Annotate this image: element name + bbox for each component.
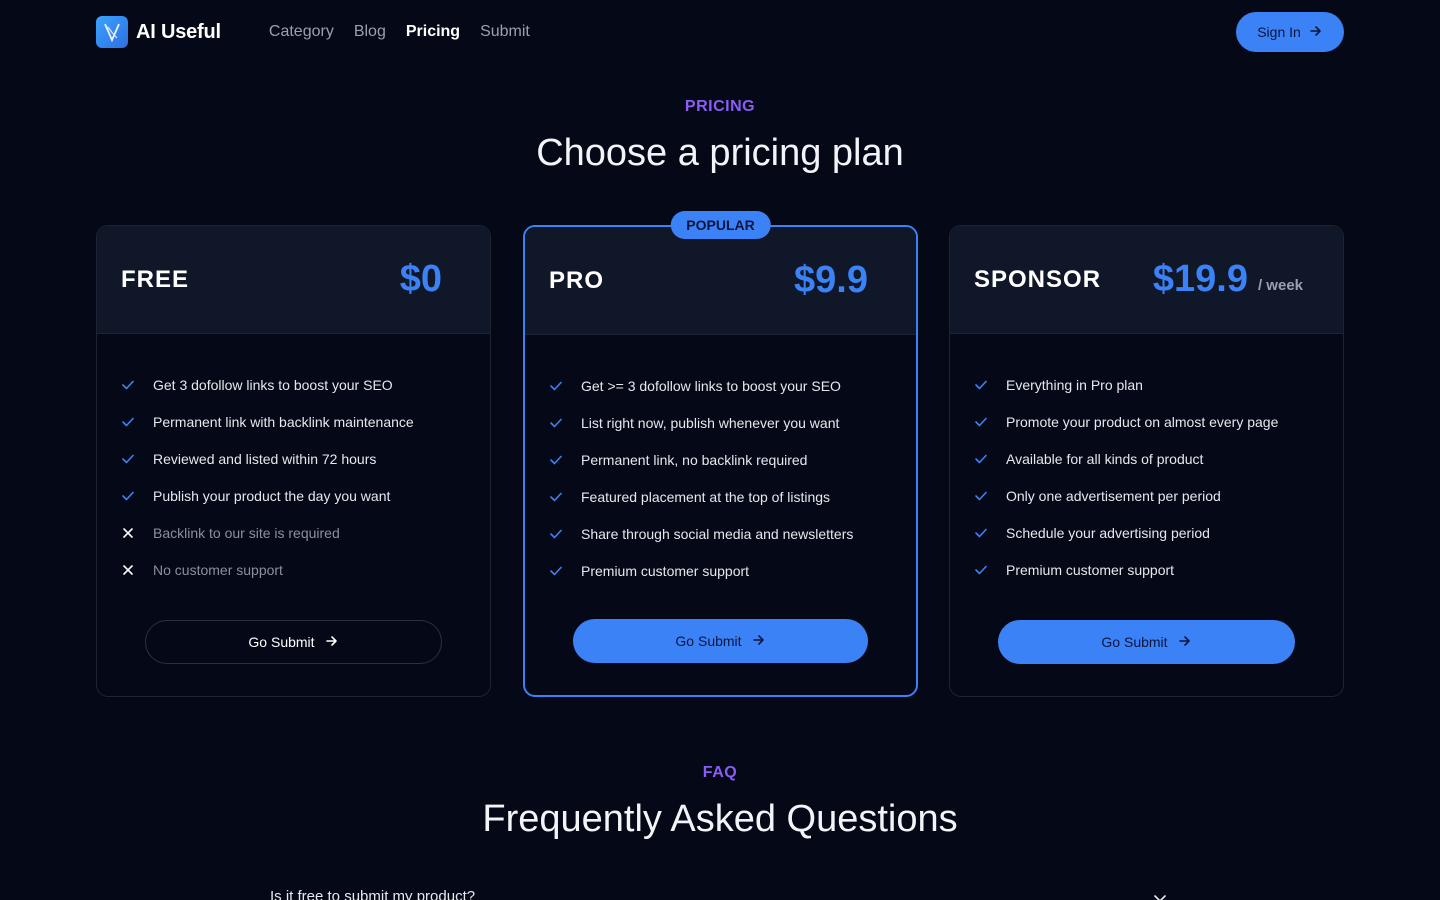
chevron-down-icon[interactable] <box>1152 890 1168 900</box>
feature-text: Share through social media and newslette… <box>581 525 854 542</box>
check-icon <box>974 378 1006 392</box>
feature-item: Reviewed and listed within 72 hours <box>121 440 466 477</box>
feature-text: Promote your product on almost every pag… <box>1006 413 1279 430</box>
feature-text: Reviewed and listed within 72 hours <box>153 450 377 467</box>
feature-item: Featured placement at the top of listing… <box>549 478 892 515</box>
plan-header: PRO $9.9 POPULAR <box>525 211 916 335</box>
feature-text: Get >= 3 dofollow links to boost your SE… <box>581 377 841 394</box>
feature-text: List right now, publish whenever you wan… <box>581 414 840 431</box>
plan-card-sponsor: SPONSOR $19.9 / week Everything in Pro p… <box>949 225 1344 697</box>
pricing-title: Choose a pricing plan <box>536 132 904 174</box>
pricing-eyebrow: PRICING <box>684 98 756 115</box>
check-icon <box>121 415 153 429</box>
main-nav: Category Blog Pricing Submit <box>269 23 550 41</box>
plan-name: SPONSOR <box>974 265 1102 293</box>
arrow-right-icon <box>1178 634 1192 651</box>
sign-in-button[interactable]: Sign In <box>1236 12 1344 52</box>
feature-text: Featured placement at the top of listing… <box>581 488 831 505</box>
feature-text: Only one advertisement per period <box>1006 487 1221 504</box>
check-icon <box>974 452 1006 466</box>
check-icon <box>549 453 581 467</box>
feature-text: No customer support <box>153 561 283 578</box>
feature-item: Schedule your advertising period <box>974 514 1319 551</box>
arrow-right-icon <box>325 634 339 651</box>
brand-name: AI Useful <box>136 20 221 43</box>
check-icon <box>121 378 153 392</box>
check-icon <box>974 415 1006 429</box>
arrow-right-icon <box>1309 24 1323 41</box>
feature-text: Permanent link, no backlink required <box>581 451 808 468</box>
plan-name: FREE <box>121 265 190 293</box>
plan-name: PRO <box>549 266 605 294</box>
check-icon <box>121 489 153 503</box>
feature-item: Publish your product the day you want <box>121 477 466 514</box>
plan-header: SPONSOR $19.9 / week <box>950 226 1343 334</box>
feature-text: Get 3 dofollow links to boost your SEO <box>153 376 393 393</box>
nav-pricing[interactable]: Pricing <box>406 23 460 41</box>
site-header: AI Useful Category Blog Pricing Submit S… <box>96 12 1344 52</box>
plan-price: $9.9 <box>794 259 868 301</box>
feature-item: Get >= 3 dofollow links to boost your SE… <box>549 367 892 404</box>
popular-badge: POPULAR <box>670 211 771 239</box>
logo-mark-icon <box>96 16 128 48</box>
nav-blog[interactable]: Blog <box>354 23 386 41</box>
feature-list: Get 3 dofollow links to boost your SEO P… <box>97 334 490 588</box>
arrow-right-icon <box>752 633 766 650</box>
go-submit-button[interactable]: Go Submit <box>573 619 868 663</box>
feature-text: Permanent link with backlink maintenance <box>153 413 414 430</box>
plan-price: $0 <box>399 258 442 300</box>
feature-item: Permanent link, no backlink required <box>549 441 892 478</box>
feature-text: Premium customer support <box>1006 561 1175 578</box>
feature-list: Get >= 3 dofollow links to boost your SE… <box>525 335 916 589</box>
plan-card-pro: PRO $9.9 POPULAR Get >= 3 dofollow links… <box>523 211 918 697</box>
check-icon <box>974 526 1006 540</box>
plan-header: FREE $0 <box>97 226 490 334</box>
check-icon <box>974 489 1006 503</box>
feature-item: Only one advertisement per period <box>974 477 1319 514</box>
check-icon <box>549 564 581 578</box>
feature-item: Backlink to our site is required <box>121 514 466 551</box>
feature-item: List right now, publish whenever you wan… <box>549 404 892 441</box>
feature-text: Schedule your advertising period <box>1006 524 1210 541</box>
check-icon <box>974 563 1006 577</box>
feature-item: Available for all kinds of product <box>974 440 1319 477</box>
feature-text: Premium customer support <box>581 562 750 579</box>
check-icon <box>549 490 581 504</box>
check-icon <box>549 379 581 393</box>
feature-item: Premium customer support <box>549 552 892 589</box>
feature-item: Permanent link with backlink maintenance <box>121 403 466 440</box>
feature-item: Promote your product on almost every pag… <box>974 403 1319 440</box>
feature-item: Get 3 dofollow links to boost your SEO <box>121 366 466 403</box>
x-icon <box>121 526 153 540</box>
feature-item: Premium customer support <box>974 551 1319 588</box>
faq-title: Frequently Asked Questions <box>482 798 958 840</box>
feature-text: Backlink to our site is required <box>153 524 340 541</box>
feature-list: Everything in Pro plan Promote your prod… <box>950 334 1343 588</box>
feature-item: Share through social media and newslette… <box>549 515 892 552</box>
x-icon <box>121 563 153 577</box>
feature-text: Available for all kinds of product <box>1006 450 1204 467</box>
sign-in-label: Sign In <box>1257 24 1301 40</box>
cta-label: Go Submit <box>248 634 315 650</box>
faq-eyebrow: FAQ <box>702 764 738 781</box>
check-icon <box>121 452 153 466</box>
plan-card-free: FREE $0 Get 3 dofollow links to boost yo… <box>96 225 491 697</box>
go-submit-button[interactable]: Go Submit <box>998 620 1295 664</box>
plan-price: $19.9 <box>1152 258 1248 300</box>
faq-question[interactable]: Is it free to submit my product? <box>270 888 475 900</box>
feature-text: Everything in Pro plan <box>1006 376 1143 393</box>
nav-submit[interactable]: Submit <box>480 23 530 41</box>
cta-label: Go Submit <box>1101 634 1168 650</box>
cta-label: Go Submit <box>675 633 742 649</box>
feature-item: Everything in Pro plan <box>974 366 1319 403</box>
check-icon <box>549 527 581 541</box>
plan-period: / week <box>1257 277 1303 294</box>
check-icon <box>549 416 581 430</box>
feature-item: No customer support <box>121 551 466 588</box>
feature-text: Publish your product the day you want <box>153 487 391 504</box>
brand-logo[interactable]: AI Useful <box>96 16 221 48</box>
nav-category[interactable]: Category <box>269 23 334 41</box>
go-submit-button[interactable]: Go Submit <box>145 620 442 664</box>
